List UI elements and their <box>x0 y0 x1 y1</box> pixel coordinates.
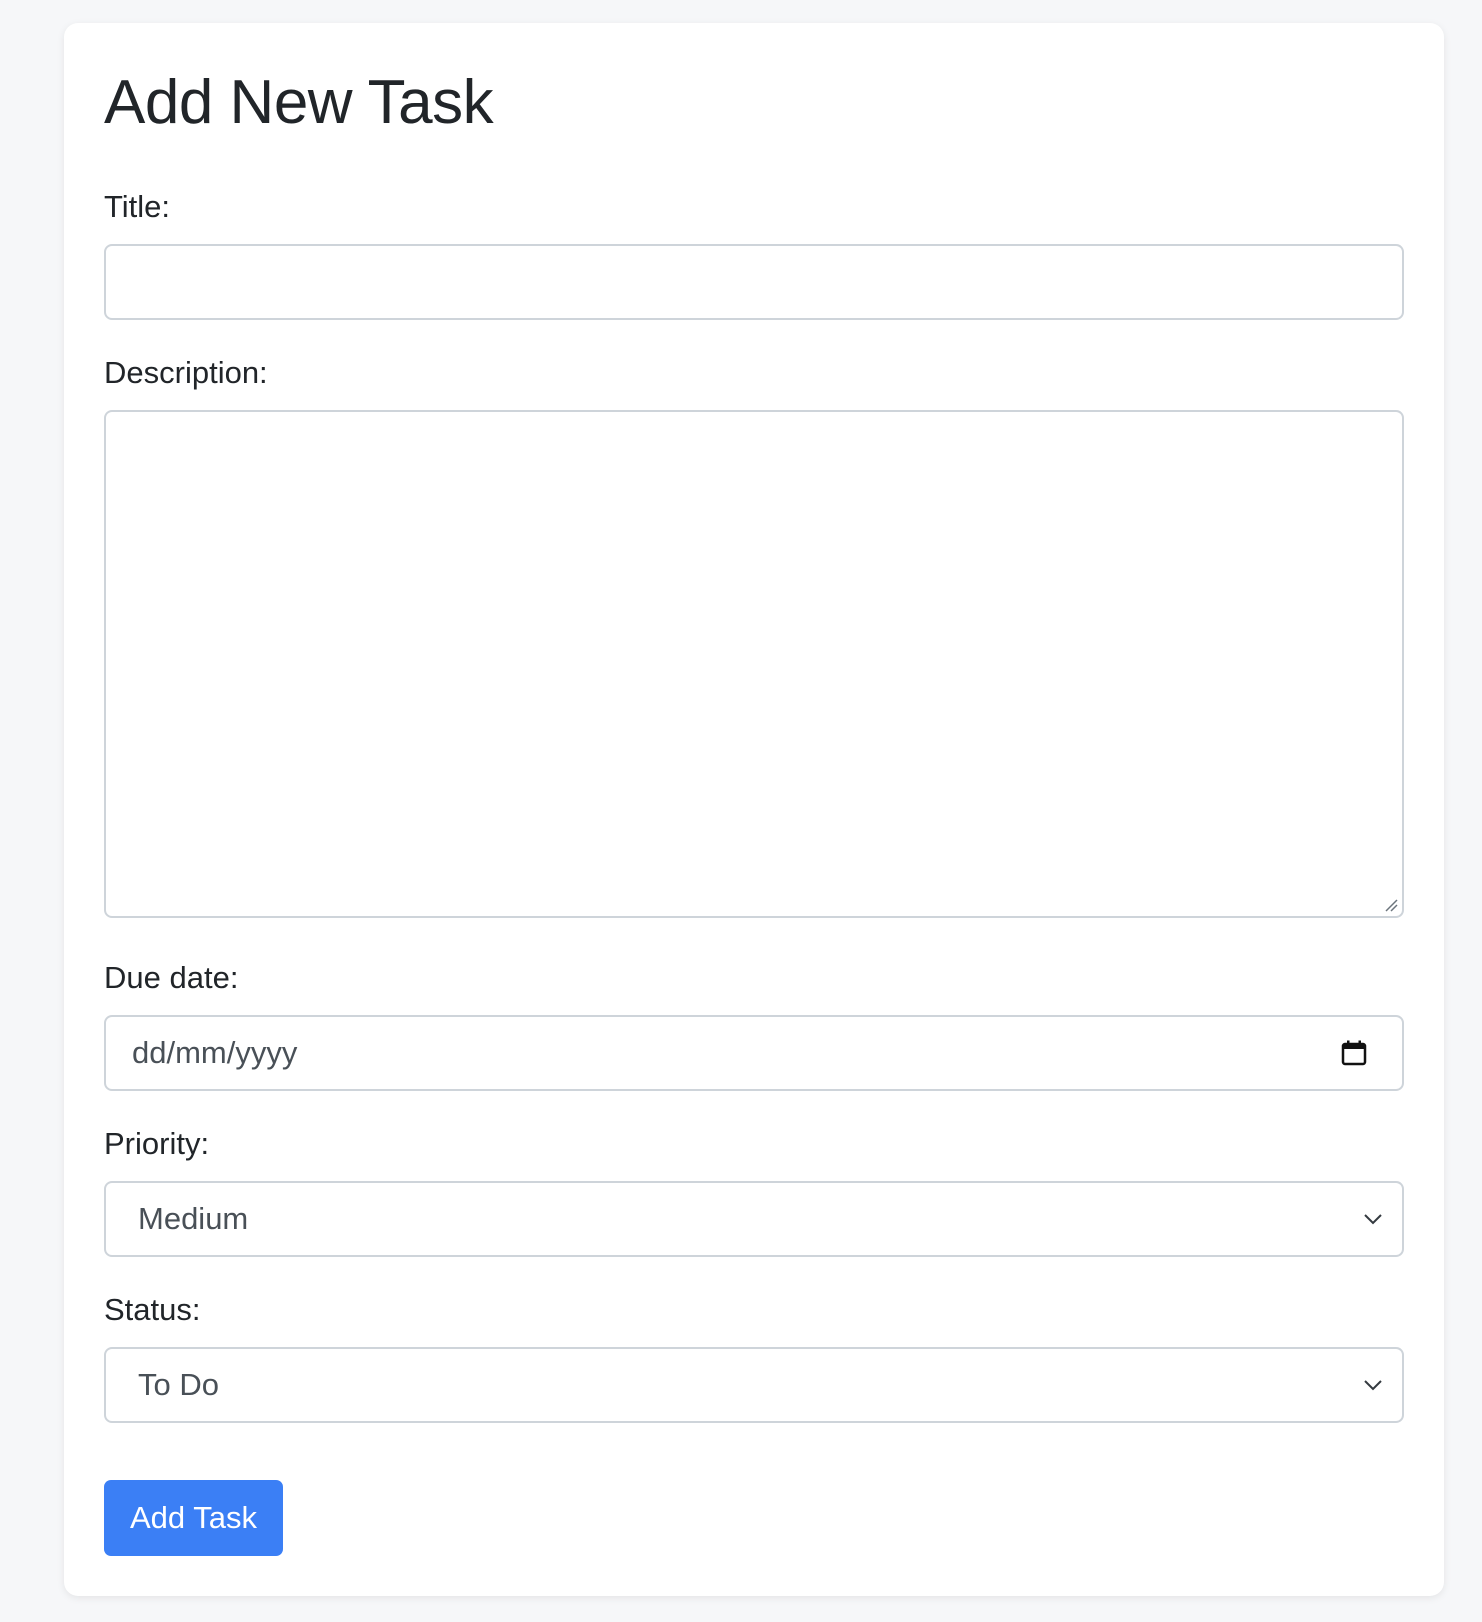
description-label: Description: <box>104 355 268 390</box>
chevron-down-icon <box>1364 1380 1382 1391</box>
add-task-card: Add New Task Title: Description: Due dat… <box>64 23 1444 1596</box>
chevron-down-icon <box>1364 1214 1382 1225</box>
calendar-icon[interactable] <box>1340 1039 1368 1067</box>
description-textarea[interactable] <box>104 410 1404 918</box>
due-date-input[interactable]: dd/mm/yyyy <box>104 1015 1404 1091</box>
resize-grip-icon[interactable] <box>1384 898 1398 912</box>
status-selected-value: To Do <box>138 1367 219 1402</box>
priority-label: Priority: <box>104 1126 210 1161</box>
due-date-placeholder: dd/mm/yyyy <box>132 1035 298 1070</box>
status-label: Status: <box>104 1292 201 1327</box>
title-input[interactable] <box>104 244 1404 320</box>
due-date-label: Due date: <box>104 960 239 995</box>
status-select[interactable]: To Do <box>104 1347 1404 1423</box>
page-title: Add New Task <box>104 68 494 137</box>
title-label: Title: <box>104 189 171 224</box>
add-task-button[interactable]: Add Task <box>104 1480 283 1556</box>
priority-select[interactable]: Medium <box>104 1181 1404 1257</box>
priority-selected-value: Medium <box>138 1201 249 1236</box>
